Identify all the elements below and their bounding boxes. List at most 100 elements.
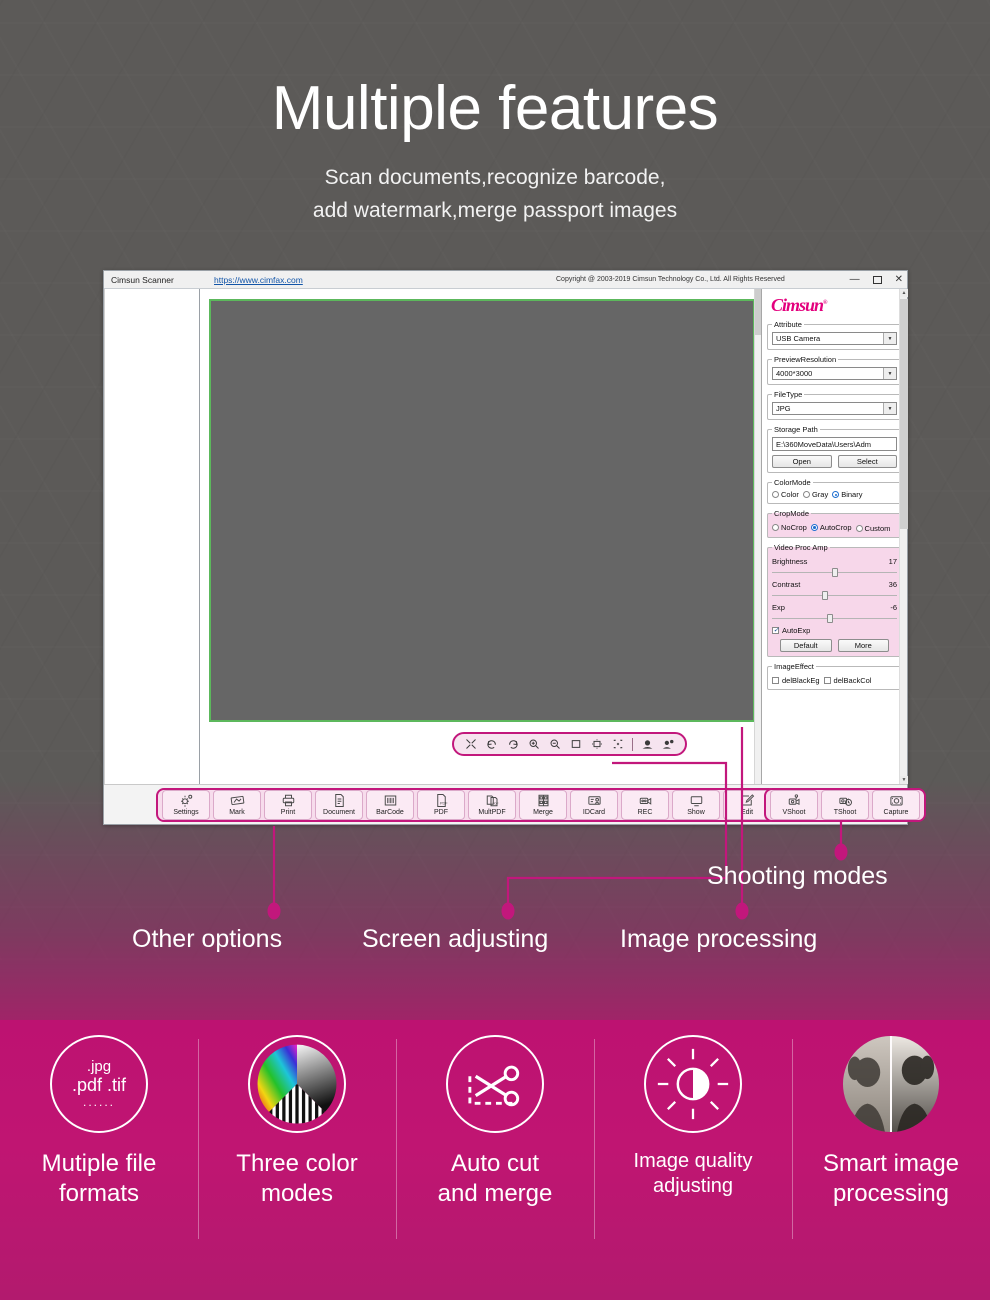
pencil-edit-icon [740,793,755,808]
idcard-icon [587,793,602,808]
radio-icon[interactable] [772,523,779,531]
rotate-left-icon[interactable] [481,735,502,753]
checkbox-icon[interactable] [772,677,779,684]
scroll-down-arrow-icon[interactable]: ▼ [900,776,908,784]
shooting-mode-group: VShoot TShoot Capture [764,787,926,822]
toolbar-button-pdf[interactable]: PDF PDF [417,789,465,820]
imageeffect-delbackcol[interactable]: delBackCol [823,676,871,685]
toolbar-button-mark[interactable]: Mark [213,789,261,820]
cimfax-website-link[interactable]: https://www.cimfax.com [214,275,303,285]
cimsun-logo: Cimsun® [767,293,902,320]
colormode-radio-gray[interactable]: Gray [802,490,828,499]
caption-line1: Image quality [633,1150,753,1172]
colormode-radio-color[interactable]: Color [772,490,799,499]
filetype-select[interactable]: JPG ▼ [772,402,897,415]
imageeffect-delblackeg[interactable]: delBlackEg [772,676,820,685]
slider-thumb[interactable] [827,614,833,623]
main-tool-group: Settings Mark Print Document BarCode PDF PDF PD… [156,787,777,822]
monitor-icon [689,793,704,808]
capture-icon [889,793,904,808]
toolbar-button-barcode[interactable]: BarCode [366,789,414,820]
toolbar-button-capture[interactable]: Capture [872,789,920,820]
cropmode-radio-autocrop[interactable]: AutoCrop [810,523,852,532]
chevron-down-icon[interactable]: ▼ [883,368,896,379]
imageeffect-legend: ImageEffect [774,662,814,671]
cropmode-legend: CropMode [774,509,810,518]
close-button[interactable]: ✕ [895,274,903,285]
contrast-slider[interactable] [772,591,897,600]
slider-thumb[interactable] [822,591,828,600]
radio-icon-selected[interactable] [832,491,840,498]
callout-other-options: Other options [132,925,283,953]
feature-color-modes: Three color modes [198,1035,396,1239]
toolbar-button-vshoot[interactable]: VShoot [770,789,818,820]
colormode-fieldset: ColorMode Color Gray Binary [767,478,902,504]
contrast-label: Contrast [772,580,801,589]
watermark-icon [230,793,245,808]
center-icon[interactable] [586,735,607,753]
preview-resolution-select[interactable]: 4000*3000 ▼ [772,367,897,380]
format-jpg: .jpg [86,1058,112,1076]
exp-slider[interactable] [772,614,897,623]
preview-vertical-scrollbar[interactable] [754,289,762,784]
left-thumbnail-pane[interactable] [104,289,200,784]
storage-path-fieldset: Storage Path E:\360MoveData\Users\Adm Op… [767,425,902,473]
zoom-out-icon[interactable] [544,735,565,753]
open-button[interactable]: Open [772,455,832,468]
screen-adjust-toolbar[interactable] [452,732,687,756]
chevron-down-icon[interactable]: ▼ [883,403,896,414]
maximize-button[interactable] [872,275,882,284]
checkbox-icon[interactable] [823,677,831,684]
caption-line2: and merge [437,1180,553,1207]
feature-file-formats: .jpg .pdf .tif ...... Mutiple file forma… [0,1035,198,1209]
fit-screen-icon[interactable] [565,735,586,753]
multi-camera-icon[interactable] [658,735,679,753]
radio-icon-selected[interactable] [810,523,818,531]
radio-icon[interactable] [855,525,863,532]
chevron-down-icon[interactable]: ▼ [883,333,896,344]
fullscreen-icon[interactable] [460,735,481,753]
attribute-select[interactable]: USB Camera ▼ [772,332,897,345]
toolbar-button-multpdf[interactable]: PDF MultPDF [468,789,516,820]
app-bottom-toolbar: Settings Mark Print Document BarCode PDF PDF PD… [104,784,926,824]
cropmode-radio-custom[interactable]: Custom [855,524,890,533]
toolbar-button-rec[interactable]: REC [621,789,669,820]
scrollbar-thumb[interactable] [900,299,908,529]
select-area-icon[interactable] [607,735,628,753]
toolbar-button-idcard[interactable]: IDCard [570,789,618,820]
callout-screen-adjusting: Screen adjusting [362,925,549,953]
radio-icon[interactable] [772,491,779,498]
feature-caption: Image quality adjusting [634,1149,753,1199]
camera-preview-area[interactable] [209,299,755,722]
sidebar-scrollbar[interactable]: ▲ ▼ [899,289,908,784]
hero-subtitle-line2: add watermark,merge passport images [312,198,678,222]
cropmode-fieldset: CropMode NoCrop AutoCrop Custom [767,509,902,538]
toolbar-button-settings[interactable]: Settings [162,789,210,820]
camera-icon[interactable] [637,735,658,753]
scroll-up-arrow-icon[interactable]: ▲ [900,289,908,297]
storage-path-input[interactable]: E:\360MoveData\Users\Adm [772,437,897,451]
toolbar-button-merge[interactable]: Merge [519,789,567,820]
rotate-right-icon[interactable] [502,735,523,753]
brightness-slider[interactable] [772,568,897,577]
checkbox-icon-checked[interactable] [772,626,779,634]
autoexp-checkbox[interactable]: AutoExp [772,626,897,635]
toolbar-button-tshoot[interactable]: TShoot [821,789,869,820]
preview-resolution-fieldset: PreviewResolution 4000*3000 ▼ [767,355,902,385]
colormode-radio-binary[interactable]: Binary [832,490,862,499]
cropmode-radios: NoCrop AutoCrop Custom [772,521,897,533]
toolbar-button-document[interactable]: Document [315,789,363,820]
slider-thumb[interactable] [832,568,838,577]
zoom-in-icon[interactable] [523,735,544,753]
preview-resolution-legend: PreviewResolution [774,355,837,364]
default-button[interactable]: Default [780,639,832,652]
minimize-button[interactable]: — [850,274,860,285]
radio-icon[interactable] [802,491,810,498]
toolbar-button-show[interactable]: Show [672,789,720,820]
cropmode-radio-nocrop[interactable]: NoCrop [772,523,807,532]
gear-icon [179,793,194,808]
more-button[interactable]: More [837,639,889,652]
contrast-row: Contrast 36 [772,580,897,589]
select-button[interactable]: Select [837,455,897,468]
toolbar-button-print[interactable]: Print [264,789,312,820]
